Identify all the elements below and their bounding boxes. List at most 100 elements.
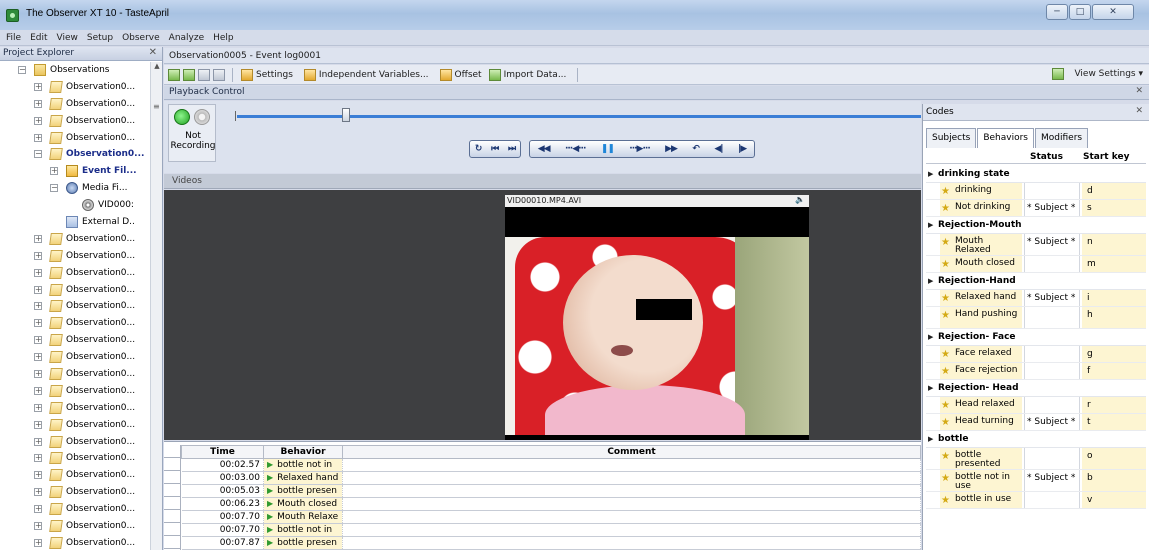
- tree-item[interactable]: + Observation0...: [0, 315, 150, 332]
- expand-icon[interactable]: +: [34, 133, 42, 142]
- row-header[interactable]: [164, 471, 180, 484]
- tree-item[interactable]: + Observation0...: [0, 535, 150, 550]
- column-header-start-key[interactable]: Start key: [1083, 152, 1129, 162]
- behavior-item[interactable]: Face relaxed ★ g: [926, 346, 1146, 363]
- undo-icon[interactable]: ↶: [692, 144, 699, 154]
- expand-icon[interactable]: +: [34, 437, 42, 446]
- behavior-group[interactable]: drinking state: [926, 166, 1146, 183]
- tree-item[interactable]: + Observation0...: [0, 417, 150, 434]
- expand-icon[interactable]: +: [34, 302, 42, 311]
- table-row[interactable]: 00:02.57 ▶ bottle not in: [181, 458, 921, 472]
- import-data-button[interactable]: Import Data...: [504, 70, 567, 80]
- expand-icon[interactable]: +: [34, 268, 42, 277]
- go-to-end-icon[interactable]: ⏭: [508, 144, 516, 154]
- tree-item[interactable]: + Observation0...: [0, 96, 150, 113]
- tree-item[interactable]: + Event Fil...: [0, 163, 150, 180]
- behavior-item[interactable]: Head turning ★ * Subject * t: [926, 414, 1146, 431]
- delete-event-icon[interactable]: [213, 68, 225, 81]
- tree-item[interactable]: − Media Fi...: [0, 180, 150, 197]
- behavior-item[interactable]: Not drinking ★ * Subject * s: [926, 200, 1146, 217]
- row-header[interactable]: [164, 458, 180, 471]
- column-header-time[interactable]: Time: [181, 445, 264, 459]
- playback-slider-thumb[interactable]: [342, 108, 351, 122]
- behavior-item[interactable]: Head relaxed ★ r: [926, 397, 1146, 414]
- scroll-up-icon[interactable]: ▲: [151, 62, 163, 74]
- explorer-scrollbar[interactable]: ▲ ≡: [150, 62, 162, 550]
- table-row[interactable]: 00:07.70 ▶ bottle not in: [181, 523, 921, 537]
- collapse-icon[interactable]: −: [50, 184, 58, 193]
- expand-icon[interactable]: +: [34, 353, 42, 362]
- tree-item[interactable]: + Observation0...: [0, 349, 150, 366]
- tab-subjects[interactable]: Subjects: [926, 128, 977, 148]
- behavior-group[interactable]: Rejection-Hand: [926, 273, 1146, 290]
- expand-icon[interactable]: +: [34, 471, 42, 480]
- behavior-item[interactable]: bottle not in use ★ * Subject * b: [926, 470, 1146, 492]
- event-comment[interactable]: [342, 510, 921, 524]
- menu-observe[interactable]: Observe: [122, 33, 160, 43]
- tree-item[interactable]: + Observation0...: [0, 383, 150, 400]
- expand-icon[interactable]: +: [34, 488, 42, 497]
- event-comment[interactable]: [342, 471, 921, 485]
- tree-item[interactable]: + Observation0...: [0, 79, 150, 96]
- behavior-group[interactable]: bottle: [926, 431, 1146, 448]
- row-header[interactable]: [164, 445, 180, 458]
- collapse-icon[interactable]: −: [34, 150, 42, 159]
- menu-analyze[interactable]: Analyze: [169, 33, 204, 43]
- menu-setup[interactable]: Setup: [87, 33, 113, 43]
- event-comment[interactable]: [342, 536, 921, 550]
- table-row[interactable]: 00:05.03 ▶ bottle presen: [181, 484, 921, 498]
- copy-event-icon[interactable]: [198, 68, 210, 81]
- tree-item[interactable]: + Observation0...: [0, 518, 150, 535]
- expand-icon[interactable]: +: [34, 99, 42, 108]
- video-player[interactable]: VID00010.MP4.AVI 🔈: [505, 195, 809, 440]
- previous-frame-icon[interactable]: ◀|: [714, 144, 723, 154]
- tree-item[interactable]: + Observation0...: [0, 248, 150, 265]
- expand-icon[interactable]: +: [34, 82, 42, 91]
- scroll-grip-icon[interactable]: ≡: [153, 102, 161, 114]
- sync-icon[interactable]: ↻: [475, 144, 482, 154]
- expand-icon[interactable]: +: [34, 522, 42, 531]
- behavior-item[interactable]: Mouth closed ★ m: [926, 256, 1146, 273]
- tree-item[interactable]: − Observations: [0, 62, 150, 79]
- expand-icon[interactable]: +: [34, 285, 42, 294]
- menu-view[interactable]: View: [57, 33, 78, 43]
- table-row[interactable]: 00:06.23 ▶ Mouth closed: [181, 497, 921, 511]
- menu-file[interactable]: File: [6, 33, 21, 43]
- tree-item[interactable]: + Observation0...: [0, 332, 150, 349]
- fast-forward-icon[interactable]: ▶▶: [665, 144, 678, 154]
- column-header-status[interactable]: Status: [1030, 152, 1063, 162]
- column-header-behavior[interactable]: Behavior: [263, 445, 343, 459]
- next-frame-icon[interactable]: |▶: [738, 144, 747, 154]
- add-event-icon[interactable]: [168, 68, 180, 81]
- tree-item[interactable]: VID000:: [0, 197, 150, 214]
- expand-icon[interactable]: +: [34, 116, 42, 125]
- event-comment[interactable]: [342, 523, 921, 537]
- view-settings-button[interactable]: View Settings: [1074, 69, 1135, 79]
- tree-item[interactable]: + Observation0...: [0, 366, 150, 383]
- table-row[interactable]: 00:03.00 ▶ Relaxed hand: [181, 471, 921, 485]
- tree-item[interactable]: + Observation0...: [0, 484, 150, 501]
- document-tab[interactable]: Observation0005 - Event log0001: [164, 48, 1149, 64]
- row-header[interactable]: [164, 497, 180, 510]
- tree-item[interactable]: + Observation0...: [0, 265, 150, 282]
- table-row[interactable]: 00:07.70 ▶ Mouth Relaxe: [181, 510, 921, 524]
- tab-modifiers[interactable]: Modifiers: [1035, 128, 1089, 148]
- offset-button[interactable]: Offset: [455, 70, 482, 80]
- playback-slider-track[interactable]: [237, 115, 921, 118]
- go-to-start-icon[interactable]: ⏮: [491, 144, 499, 154]
- expand-icon[interactable]: +: [34, 336, 42, 345]
- menu-help[interactable]: Help: [213, 33, 234, 43]
- behavior-group[interactable]: Rejection-Mouth: [926, 217, 1146, 234]
- row-header[interactable]: [164, 484, 180, 497]
- tree-item[interactable]: External D..: [0, 214, 150, 231]
- behavior-group[interactable]: Rejection- Head: [926, 380, 1146, 397]
- expand-icon[interactable]: +: [50, 167, 58, 176]
- maximize-button[interactable]: □: [1069, 4, 1091, 20]
- expand-icon[interactable]: +: [34, 454, 42, 463]
- behavior-item[interactable]: bottle in use ★ v: [926, 492, 1146, 509]
- collapse-icon[interactable]: −: [18, 66, 26, 74]
- expand-icon[interactable]: +: [34, 538, 42, 547]
- fast-rewind-icon[interactable]: ◀◀: [538, 144, 551, 154]
- table-row[interactable]: 00:07.87 ▶ bottle presen: [181, 536, 921, 550]
- close-icon[interactable]: ✕: [149, 47, 157, 58]
